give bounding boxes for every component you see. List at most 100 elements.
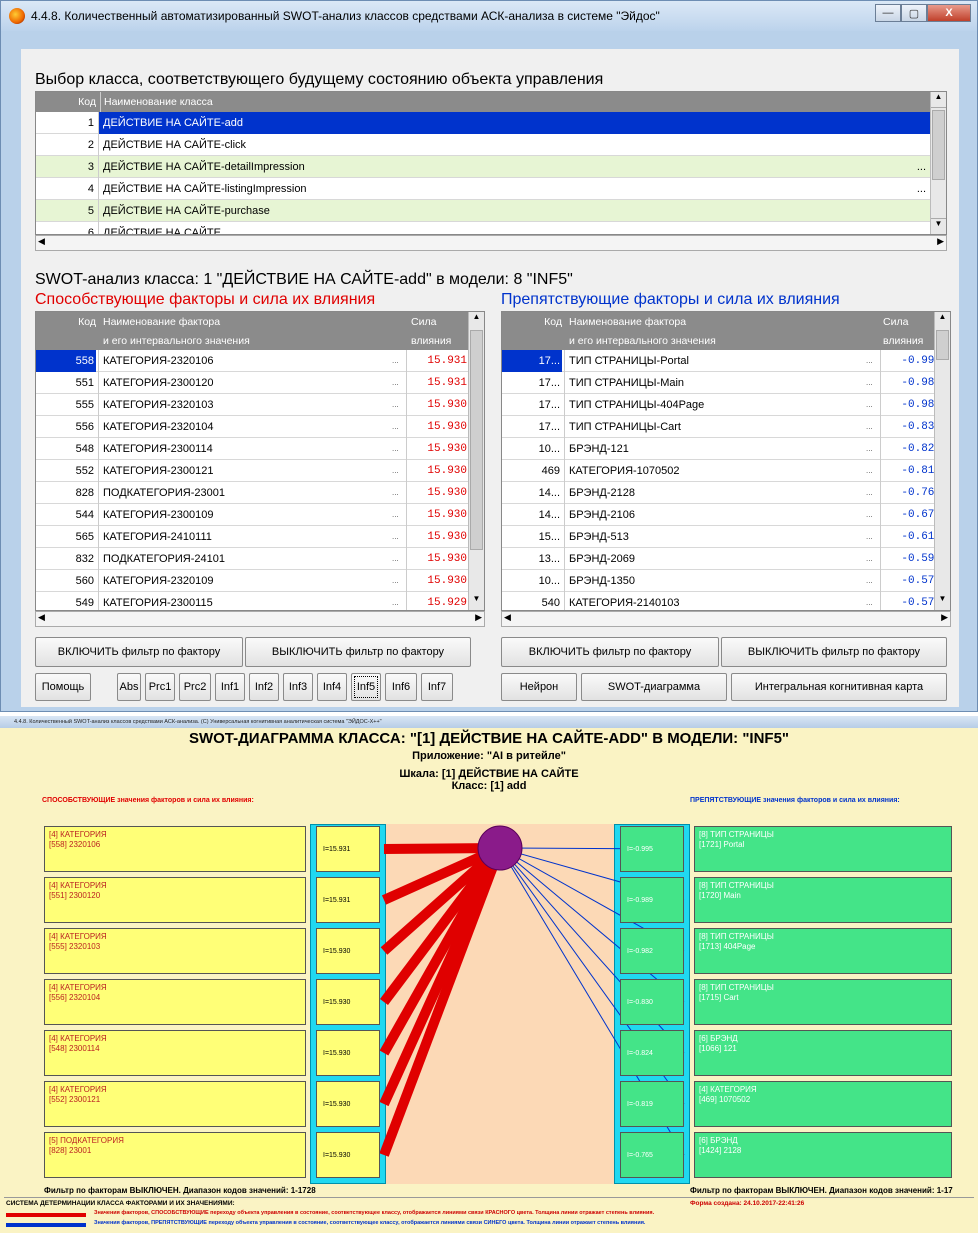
hindering-factor-row[interactable]: 10... БРЭНД-1350... -0.577	[502, 570, 941, 592]
promoting-factor-row[interactable]: 544 КАТЕГОРИЯ-2300109... 15.930	[36, 504, 468, 526]
class-table[interactable]: Код Наименование класса 1 ДЕЙСТВИЕ НА САЙ…	[35, 91, 947, 235]
model-button-inf2[interactable]: Inf2	[249, 673, 279, 701]
model-button-inf7[interactable]: Inf7	[421, 673, 453, 701]
filter-off-left-button[interactable]: ВЫКЛЮЧИТЬ фильтр по фактору	[245, 637, 471, 667]
class-table-hscrollbar[interactable]: ◀ ▶	[35, 235, 947, 251]
scroll-thumb[interactable]	[932, 110, 945, 180]
hindering-factors-table[interactable]: Код Наименование фактора и его интерваль…	[501, 311, 951, 611]
class-table-row[interactable]: 2 ДЕЙСТВИЕ НА САЙТЕ-click	[36, 134, 930, 156]
col-code-header[interactable]: Код	[502, 316, 562, 328]
maximize-button[interactable]: ▢	[901, 4, 927, 22]
factor-more[interactable]: ...	[392, 438, 404, 460]
scroll-down-arrow-icon[interactable]: ▼	[931, 218, 946, 234]
factor-more[interactable]: ...	[392, 548, 404, 570]
factor-more[interactable]: ...	[866, 460, 878, 482]
hindering-factor-row[interactable]: 14... БРЭНД-2128... -0.765	[502, 482, 941, 504]
promoting-table-vscrollbar[interactable]: ▲ ▼	[468, 312, 484, 610]
neuron-button[interactable]: Нейрон	[501, 673, 577, 701]
swot-diagram-button[interactable]: SWOT-диаграмма	[581, 673, 727, 701]
promoting-factor-row[interactable]: 555 КАТЕГОРИЯ-2320103... 15.930	[36, 394, 468, 416]
scroll-up-arrow-icon[interactable]: ▲	[469, 312, 484, 328]
scroll-down-arrow-icon[interactable]: ▼	[469, 594, 484, 610]
hindering-factor-row[interactable]: 17... ТИП СТРАНИЦЫ-Cart... -0.830	[502, 416, 941, 438]
factor-more[interactable]: ...	[866, 416, 878, 438]
scroll-up-arrow-icon[interactable]: ▲	[931, 92, 946, 108]
hindering-factor-row[interactable]: 10... БРЭНД-121... -0.824	[502, 438, 941, 460]
scroll-right-arrow-icon[interactable]: ▶	[475, 612, 482, 623]
factor-more[interactable]: ...	[392, 592, 404, 610]
factor-more[interactable]: ...	[392, 372, 404, 394]
factor-more[interactable]: ...	[866, 592, 878, 610]
scroll-down-arrow-icon[interactable]: ▼	[935, 594, 950, 610]
class-table-row[interactable]: 5 ДЕЙСТВИЕ НА САЙТЕ-purchase	[36, 200, 930, 222]
filter-off-right-button[interactable]: ВЫКЛЮЧИТЬ фильтр по фактору	[721, 637, 947, 667]
scroll-right-arrow-icon[interactable]: ▶	[941, 612, 948, 623]
scroll-thumb[interactable]	[936, 330, 949, 360]
factor-more[interactable]: ...	[866, 394, 878, 416]
factor-more[interactable]: ...	[866, 350, 878, 372]
filter-on-left-button[interactable]: ВКЛЮЧИТЬ фильтр по фактору	[35, 637, 243, 667]
promoting-factor-row[interactable]: 560 КАТЕГОРИЯ-2320109... 15.930	[36, 570, 468, 592]
model-button-prc1[interactable]: Prc1	[145, 673, 175, 701]
hindering-factor-row[interactable]: 17... ТИП СТРАНИЦЫ-404Page... -0.982	[502, 394, 941, 416]
model-button-prc2[interactable]: Prc2	[179, 673, 211, 701]
hindering-factor-row[interactable]: 14... БРЭНД-2106... -0.671	[502, 504, 941, 526]
factor-more[interactable]: ...	[866, 526, 878, 548]
cognitive-map-button[interactable]: Интегральная когнитивная карта	[731, 673, 947, 701]
col-force-header[interactable]: Сила	[880, 316, 908, 328]
hindering-factor-row[interactable]: 540 КАТЕГОРИЯ-2140103... -0.571	[502, 592, 941, 610]
col-code-header[interactable]: Код	[36, 92, 96, 112]
promoting-table-hscrollbar[interactable]: ◀ ▶	[35, 611, 485, 627]
factor-more[interactable]: ...	[392, 460, 404, 482]
promoting-factor-row[interactable]: 565 КАТЕГОРИЯ-2410111... 15.930	[36, 526, 468, 548]
factor-more[interactable]: ...	[392, 526, 404, 548]
promoting-factor-row[interactable]: 548 КАТЕГОРИЯ-2300114... 15.930	[36, 438, 468, 460]
class-table-row[interactable]: 6 ДЕЙСТВИЕ НА САЙТЕ	[36, 222, 930, 234]
factor-more[interactable]: ...	[392, 394, 404, 416]
promoting-factors-table[interactable]: Код Наименование фактора и его интерваль…	[35, 311, 485, 611]
model-button-inf6[interactable]: Inf6	[385, 673, 417, 701]
factor-more[interactable]: ...	[392, 570, 404, 592]
factor-more[interactable]: ...	[866, 372, 878, 394]
hindering-table-vscrollbar[interactable]: ▲ ▼	[934, 312, 950, 610]
scroll-up-arrow-icon[interactable]: ▲	[935, 312, 950, 328]
model-button-inf3[interactable]: Inf3	[283, 673, 313, 701]
scroll-thumb[interactable]	[470, 330, 483, 550]
scroll-left-arrow-icon[interactable]: ◀	[504, 612, 511, 623]
promoting-factor-row[interactable]: 551 КАТЕГОРИЯ-2300120... 15.931	[36, 372, 468, 394]
model-button-inf5[interactable]: Inf5	[351, 673, 381, 701]
promoting-factor-row[interactable]: 552 КАТЕГОРИЯ-2300121... 15.930	[36, 460, 468, 482]
hindering-factor-row[interactable]: 15... БРЭНД-513... -0.615	[502, 526, 941, 548]
factor-more[interactable]: ...	[866, 504, 878, 526]
promoting-factor-row[interactable]: 558 КАТЕГОРИЯ-2320106... 15.931	[36, 350, 468, 372]
minimize-button[interactable]: —	[875, 4, 901, 22]
model-button-inf4[interactable]: Inf4	[317, 673, 347, 701]
factor-more[interactable]: ...	[866, 548, 878, 570]
class-table-row[interactable]: 1 ДЕЙСТВИЕ НА САЙТЕ-add	[36, 112, 930, 134]
hindering-factor-row[interactable]: 17... ТИП СТРАНИЦЫ-Portal... -0.995	[502, 350, 941, 372]
class-table-row[interactable]: 3 ДЕЙСТВИЕ НА САЙТЕ-detailImpression...	[36, 156, 930, 178]
promoting-factor-row[interactable]: 828 ПОДКАТЕГОРИЯ-23001... 15.930	[36, 482, 468, 504]
hindering-table-hscrollbar[interactable]: ◀ ▶	[501, 611, 951, 627]
factor-more[interactable]: ...	[866, 482, 878, 504]
factor-more[interactable]: ...	[392, 416, 404, 438]
filter-on-right-button[interactable]: ВКЛЮЧИТЬ фильтр по фактору	[501, 637, 719, 667]
col-factor-header[interactable]: Наименование фактора	[566, 316, 686, 328]
promoting-factor-row[interactable]: 832 ПОДКАТЕГОРИЯ-24101... 15.930	[36, 548, 468, 570]
factor-more[interactable]: ...	[392, 482, 404, 504]
factor-more[interactable]: ...	[392, 350, 404, 372]
model-button-abs[interactable]: Abs	[117, 673, 141, 701]
promoting-factor-row[interactable]: 549 КАТЕГОРИЯ-2300115... 15.929	[36, 592, 468, 610]
scroll-right-arrow-icon[interactable]: ▶	[937, 236, 944, 247]
class-table-row[interactable]: 4 ДЕЙСТВИЕ НА САЙТЕ-listingImpression...	[36, 178, 930, 200]
class-table-vscrollbar[interactable]: ▲ ▼	[930, 92, 946, 234]
scroll-left-arrow-icon[interactable]: ◀	[38, 236, 45, 247]
factor-more[interactable]: ...	[392, 504, 404, 526]
factor-more[interactable]: ...	[866, 438, 878, 460]
col-force-header[interactable]: Сила	[408, 316, 436, 328]
scroll-left-arrow-icon[interactable]: ◀	[38, 612, 45, 623]
hindering-factor-row[interactable]: 469 КАТЕГОРИЯ-1070502... -0.819	[502, 460, 941, 482]
model-button-inf1[interactable]: Inf1	[215, 673, 245, 701]
col-code-header[interactable]: Код	[36, 316, 96, 328]
close-button[interactable]: X	[927, 4, 971, 22]
